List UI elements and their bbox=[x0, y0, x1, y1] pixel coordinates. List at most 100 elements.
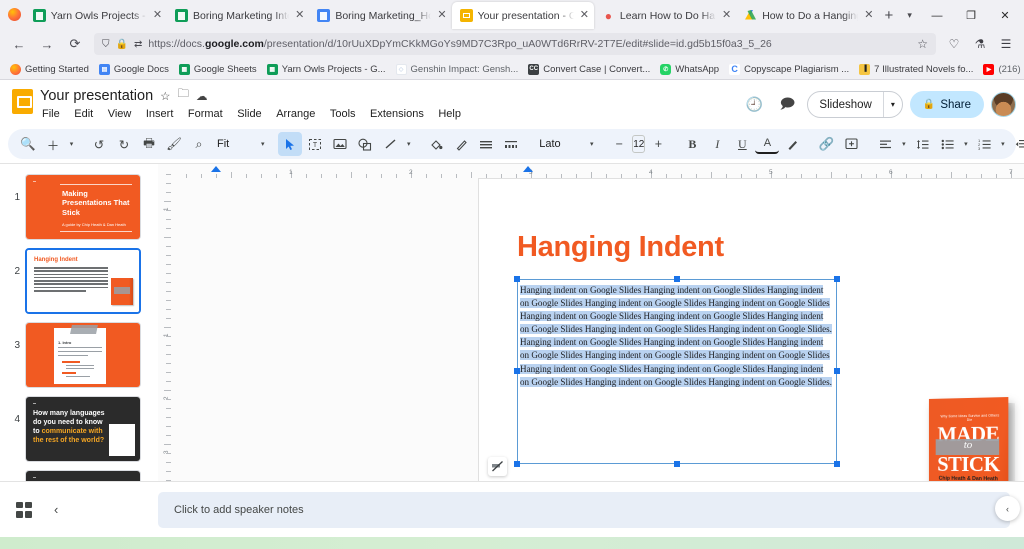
avatar[interactable] bbox=[991, 92, 1016, 117]
expand-notes-icon[interactable]: ‹ bbox=[995, 496, 1020, 521]
insert-link-icon[interactable]: 🔗 bbox=[814, 132, 838, 156]
menu-slide[interactable]: Slide bbox=[235, 107, 263, 121]
horizontal-ruler[interactable]: 1 2 bbox=[171, 164, 1024, 178]
font-family-chevron-down-icon[interactable]: ▾ bbox=[586, 132, 597, 156]
numbered-list-icon[interactable]: 123 bbox=[972, 132, 996, 156]
grid-view-icon[interactable] bbox=[16, 502, 32, 518]
tab-list-chevron-down-icon[interactable]: ▾ bbox=[899, 2, 920, 29]
shield-icon[interactable]: ⛉ bbox=[102, 39, 110, 50]
menu-extensions[interactable]: Extensions bbox=[368, 107, 426, 121]
speaker-notes-input[interactable]: Click to add speaker notes bbox=[158, 492, 1010, 528]
slide-thumbnail-selected[interactable]: Hanging Indent bbox=[25, 248, 141, 314]
filmstrip-item-2[interactable]: 2 Hanging Indent bbox=[0, 244, 158, 318]
star-icon[interactable]: ☆ bbox=[917, 37, 928, 51]
menu-edit[interactable]: Edit bbox=[72, 107, 95, 121]
undo-icon[interactable]: ↺ bbox=[87, 132, 111, 156]
right-indent-marker[interactable] bbox=[523, 166, 533, 172]
active-slide[interactable]: Hanging Indent Hanging indent on Goog bbox=[478, 178, 1024, 508]
resize-handle-top-right[interactable] bbox=[834, 276, 840, 282]
bookmark-illustrated-novels[interactable]: ▐ 7 Illustrated Novels fo... bbox=[854, 60, 978, 78]
vertical-ruler[interactable]: 1 1 bbox=[158, 164, 171, 481]
minimize-button[interactable]: — bbox=[920, 2, 954, 29]
star-icon[interactable]: ☆ bbox=[160, 89, 170, 103]
border-weight-icon[interactable] bbox=[474, 132, 498, 156]
browser-tab-5[interactable]: ● Learn How to Do Hanging I ✕ bbox=[594, 2, 736, 29]
menu-icon[interactable]: ☰ bbox=[994, 32, 1018, 56]
document-title[interactable]: Your presentation bbox=[40, 88, 153, 104]
filmstrip-item-4[interactable]: 4 How many languages do you need to know… bbox=[0, 392, 158, 466]
resize-handle-bottom-right[interactable] bbox=[834, 461, 840, 467]
forward-icon[interactable]: → bbox=[34, 31, 60, 57]
print-icon[interactable]: 🖶 bbox=[137, 132, 161, 156]
slide-body-text[interactable]: Hanging indent on Google Slides Hanging … bbox=[520, 284, 834, 389]
maximize-button[interactable]: ❐ bbox=[954, 2, 988, 29]
zoom-level-value[interactable]: Fit bbox=[212, 138, 234, 150]
browser-tab-2[interactable]: Boring Marketing Internal - ✕ bbox=[167, 2, 309, 29]
align-icon[interactable] bbox=[873, 132, 897, 156]
align-chevron-down-icon[interactable]: ▾ bbox=[898, 132, 909, 156]
bookmark-copyscape[interactable]: C Copyscape Plagiarism ... bbox=[724, 60, 854, 78]
menu-file[interactable]: File bbox=[40, 107, 62, 121]
resize-handle-bottom-left[interactable] bbox=[514, 461, 520, 467]
bulleted-list-icon[interactable] bbox=[935, 132, 959, 156]
underline-button[interactable]: U bbox=[730, 132, 754, 156]
reload-icon[interactable]: ⟳ bbox=[62, 31, 88, 57]
address-bar[interactable]: ⛉ 🔒 ⇄ https://docs.google.com/presentati… bbox=[94, 33, 936, 55]
close-icon[interactable]: ✕ bbox=[864, 10, 873, 21]
close-icon[interactable]: ✕ bbox=[580, 10, 589, 21]
insert-comment-icon[interactable] bbox=[839, 132, 863, 156]
bookmark-whatsapp[interactable]: ✆ WhatsApp bbox=[655, 60, 724, 78]
paint-format-icon[interactable]: 🖌 bbox=[162, 132, 186, 156]
menu-view[interactable]: View bbox=[106, 107, 134, 121]
decrease-font-size-button[interactable]: − bbox=[607, 132, 631, 156]
redo-icon[interactable]: ↻ bbox=[112, 132, 136, 156]
slide-thumbnail[interactable]: How many languages do you need to know t… bbox=[25, 396, 141, 462]
pocket-icon[interactable]: ♡ bbox=[942, 32, 966, 56]
close-icon[interactable]: ✕ bbox=[153, 10, 162, 21]
resize-handle-bottom-center[interactable] bbox=[674, 461, 680, 467]
resize-handle-top-center[interactable] bbox=[674, 276, 680, 282]
bookmark-genshin[interactable]: ◇ Genshin Impact: Gensh... bbox=[391, 60, 524, 78]
browser-tab-4-active[interactable]: Your presentation - Google ✕ bbox=[452, 2, 594, 29]
first-line-indent-marker[interactable] bbox=[211, 166, 221, 172]
filmstrip-item-1[interactable]: 1 Making Presentations That Stick A guid… bbox=[0, 170, 158, 244]
selected-text-box[interactable]: Hanging indent on Google Slides Hanging … bbox=[517, 279, 837, 464]
close-icon[interactable]: ✕ bbox=[295, 10, 304, 21]
bookmark-google-sheets[interactable]: ▦ Google Sheets bbox=[174, 60, 262, 78]
chevron-down-icon[interactable]: ▾ bbox=[884, 100, 902, 109]
decrease-indent-icon[interactable] bbox=[1009, 132, 1024, 156]
filmstrip-item-3[interactable]: 3 1. Intro bbox=[0, 318, 158, 392]
text-box-icon[interactable]: T bbox=[303, 132, 327, 156]
italic-button[interactable]: I bbox=[705, 132, 729, 156]
new-slide-chevron-down-icon[interactable]: ▾ bbox=[66, 132, 77, 156]
line-chevron-down-icon[interactable]: ▾ bbox=[403, 132, 414, 156]
menu-insert[interactable]: Insert bbox=[144, 107, 176, 121]
bold-button[interactable]: B bbox=[680, 132, 704, 156]
share-button[interactable]: 🔒 Share bbox=[910, 91, 984, 118]
menu-arrange[interactable]: Arrange bbox=[274, 107, 317, 121]
font-family-selector[interactable]: Lato bbox=[533, 138, 585, 150]
border-dash-icon[interactable] bbox=[499, 132, 523, 156]
highlight-color-icon[interactable] bbox=[780, 132, 804, 156]
close-window-button[interactable]: ✕ bbox=[988, 2, 1022, 29]
line-spacing-icon[interactable] bbox=[910, 132, 934, 156]
bookmark-google-docs[interactable]: ▤ Google Docs bbox=[94, 60, 174, 78]
back-icon[interactable]: ← bbox=[6, 31, 32, 57]
bookmark-convert-case[interactable]: CC Convert Case | Convert... bbox=[523, 60, 655, 78]
shape-icon[interactable] bbox=[353, 132, 377, 156]
zoom-icon[interactable]: ⌕ bbox=[187, 132, 211, 156]
resize-handle-middle-right[interactable] bbox=[834, 368, 840, 374]
bookmark-yarn-owls[interactable]: ▦ Yarn Owls Projects - G... bbox=[262, 60, 391, 78]
select-tool-icon[interactable] bbox=[278, 132, 302, 156]
new-slide-icon[interactable]: ＋ bbox=[41, 132, 65, 156]
increase-font-size-button[interactable]: + bbox=[646, 132, 670, 156]
line-icon[interactable] bbox=[378, 132, 402, 156]
slide-thumbnail[interactable]: 1. Intro bbox=[25, 322, 141, 388]
lock-icon[interactable]: 🔒 bbox=[116, 39, 128, 50]
text-color-icon[interactable]: A bbox=[755, 135, 779, 154]
bulleted-list-chevron-down-icon[interactable]: ▾ bbox=[960, 132, 971, 156]
move-to-folder-icon[interactable]: 🗀 bbox=[177, 86, 189, 105]
slide-title-text[interactable]: Hanging Indent bbox=[517, 231, 724, 264]
google-slides-logo-icon[interactable] bbox=[8, 87, 36, 115]
font-size-input[interactable]: 12 bbox=[632, 135, 645, 153]
